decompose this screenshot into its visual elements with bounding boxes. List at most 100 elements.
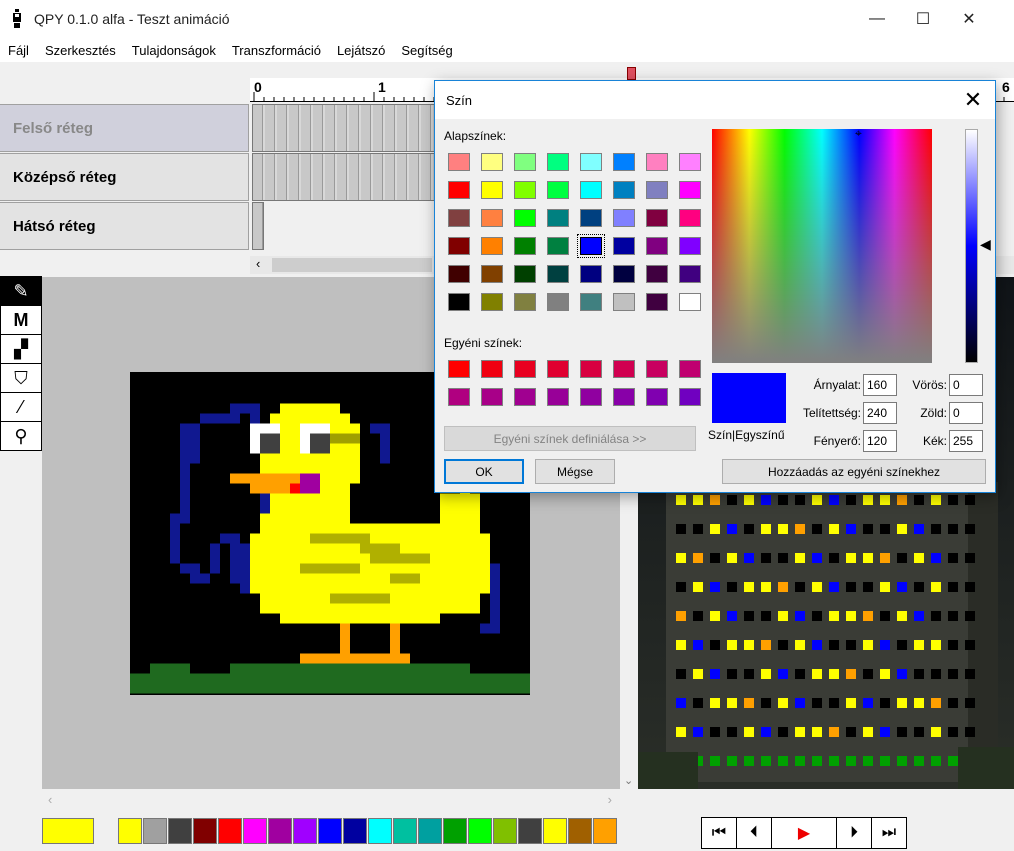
- fill-bucket-icon[interactable]: ⛉: [0, 363, 42, 393]
- frames-row-top[interactable]: [252, 104, 436, 152]
- custom-color-swatch[interactable]: [514, 388, 536, 406]
- basic-color-swatch[interactable]: [514, 265, 536, 283]
- menu-help[interactable]: Segítség: [393, 43, 460, 58]
- palette-swatch[interactable]: [543, 818, 567, 844]
- basic-color-swatch[interactable]: [646, 153, 668, 171]
- basic-color-swatch[interactable]: [580, 265, 602, 283]
- custom-color-swatch[interactable]: [481, 360, 503, 378]
- scroll-down-icon[interactable]: ⌄: [624, 774, 633, 787]
- luminance-input[interactable]: [863, 430, 897, 452]
- basic-color-swatch[interactable]: [580, 153, 602, 171]
- custom-color-swatch[interactable]: [580, 360, 602, 378]
- custom-color-swatch[interactable]: [613, 360, 635, 378]
- palette-swatch[interactable]: [268, 818, 292, 844]
- last-frame-button[interactable]: ⏭: [871, 817, 907, 849]
- cancel-button[interactable]: Mégse: [535, 459, 615, 484]
- palette-swatch[interactable]: [143, 818, 167, 844]
- custom-color-swatch[interactable]: [679, 360, 701, 378]
- basic-color-swatch[interactable]: [481, 237, 503, 255]
- basic-color-swatch[interactable]: [577, 234, 605, 258]
- add-to-custom-colors-button[interactable]: Hozzáadás az egyéni színekhez: [722, 459, 986, 484]
- menu-transform[interactable]: Transzformáció: [224, 43, 329, 58]
- maximize-button[interactable]: ☐: [900, 0, 946, 38]
- basic-color-swatch[interactable]: [613, 209, 635, 227]
- palette-swatch[interactable]: [468, 818, 492, 844]
- basic-color-swatch[interactable]: [679, 265, 701, 283]
- basic-color-swatch[interactable]: [613, 293, 635, 311]
- basic-color-swatch[interactable]: [547, 293, 569, 311]
- basic-color-swatch[interactable]: [448, 237, 470, 255]
- basic-color-swatch[interactable]: [613, 153, 635, 171]
- color-spectrum[interactable]: [712, 129, 932, 363]
- hue-input[interactable]: [863, 374, 897, 396]
- basic-color-swatch[interactable]: [646, 265, 668, 283]
- play-button[interactable]: ▶: [771, 817, 837, 849]
- eyedropper-icon[interactable]: ⁄: [0, 392, 42, 422]
- rectangle-icon[interactable]: ▞: [0, 334, 42, 364]
- basic-color-swatch[interactable]: [580, 209, 602, 227]
- pencil-icon[interactable]: ✎: [0, 276, 42, 306]
- ok-button[interactable]: OK: [444, 459, 524, 484]
- custom-color-swatch[interactable]: [547, 360, 569, 378]
- next-frame-button[interactable]: ⏵: [836, 817, 872, 849]
- palette-swatch[interactable]: [518, 818, 542, 844]
- basic-color-swatch[interactable]: [481, 153, 503, 171]
- previous-frame-button[interactable]: ⏴: [736, 817, 772, 849]
- basic-color-swatch[interactable]: [613, 265, 635, 283]
- playhead-marker[interactable]: [627, 67, 636, 80]
- basic-color-swatch[interactable]: [580, 293, 602, 311]
- first-frame-button[interactable]: ⏮: [701, 817, 737, 849]
- palette-swatch[interactable]: [418, 818, 442, 844]
- custom-color-swatch[interactable]: [646, 388, 668, 406]
- canvas-horizontal-scrollbar[interactable]: ‹ ›: [42, 790, 620, 812]
- basic-color-swatch[interactable]: [646, 209, 668, 227]
- basic-color-swatch[interactable]: [514, 153, 536, 171]
- basic-color-swatch[interactable]: [679, 237, 701, 255]
- palette-swatch[interactable]: [318, 818, 342, 844]
- close-window-button[interactable]: ✕: [946, 0, 992, 38]
- palette-swatch[interactable]: [593, 818, 617, 844]
- basic-color-swatch[interactable]: [547, 209, 569, 227]
- menu-edit[interactable]: Szerkesztés: [37, 43, 124, 58]
- saturation-input[interactable]: [863, 402, 897, 424]
- palette-swatch[interactable]: [243, 818, 267, 844]
- basic-color-swatch[interactable]: [679, 209, 701, 227]
- basic-color-swatch[interactable]: [679, 153, 701, 171]
- custom-color-swatch[interactable]: [481, 388, 503, 406]
- custom-color-swatch[interactable]: [580, 388, 602, 406]
- palette-swatch[interactable]: [493, 818, 517, 844]
- custom-color-swatch[interactable]: [646, 360, 668, 378]
- palette-swatch[interactable]: [343, 818, 367, 844]
- menu-player[interactable]: Lejátszó: [329, 43, 393, 58]
- luminance-slider[interactable]: [965, 129, 978, 363]
- basic-color-swatch[interactable]: [481, 293, 503, 311]
- luminance-arrow-icon[interactable]: ◀: [980, 236, 991, 253]
- custom-color-swatch[interactable]: [514, 360, 536, 378]
- basic-color-swatch[interactable]: [547, 153, 569, 171]
- frames-row-back[interactable]: [252, 202, 264, 250]
- menu-file[interactable]: Fájl: [0, 43, 37, 58]
- layer-back[interactable]: Hátsó réteg: [0, 202, 249, 250]
- basic-color-swatch[interactable]: [514, 237, 536, 255]
- palette-swatch[interactable]: [568, 818, 592, 844]
- define-custom-colors-button[interactable]: Egyéni színek definiálása >>: [444, 426, 696, 451]
- custom-color-swatch[interactable]: [679, 388, 701, 406]
- basic-color-swatch[interactable]: [547, 181, 569, 199]
- scroll-left-icon[interactable]: ‹: [48, 792, 52, 807]
- basic-color-swatch[interactable]: [547, 237, 569, 255]
- green-input[interactable]: [949, 402, 983, 424]
- basic-color-swatch[interactable]: [481, 209, 503, 227]
- scroll-right-icon[interactable]: ›: [608, 792, 612, 807]
- palette-swatch[interactable]: [393, 818, 417, 844]
- basic-color-swatch[interactable]: [448, 153, 470, 171]
- custom-color-swatch[interactable]: [547, 388, 569, 406]
- menu-properties[interactable]: Tulajdonságok: [124, 43, 224, 58]
- dialog-close-icon[interactable]: ✕: [957, 85, 989, 115]
- basic-color-swatch[interactable]: [547, 265, 569, 283]
- basic-color-swatch[interactable]: [514, 209, 536, 227]
- minimize-button[interactable]: —: [854, 0, 900, 38]
- layer-middle[interactable]: Középső réteg: [0, 153, 249, 201]
- custom-color-swatch[interactable]: [613, 388, 635, 406]
- basic-color-swatch[interactable]: [679, 293, 701, 311]
- palette-swatch[interactable]: [443, 818, 467, 844]
